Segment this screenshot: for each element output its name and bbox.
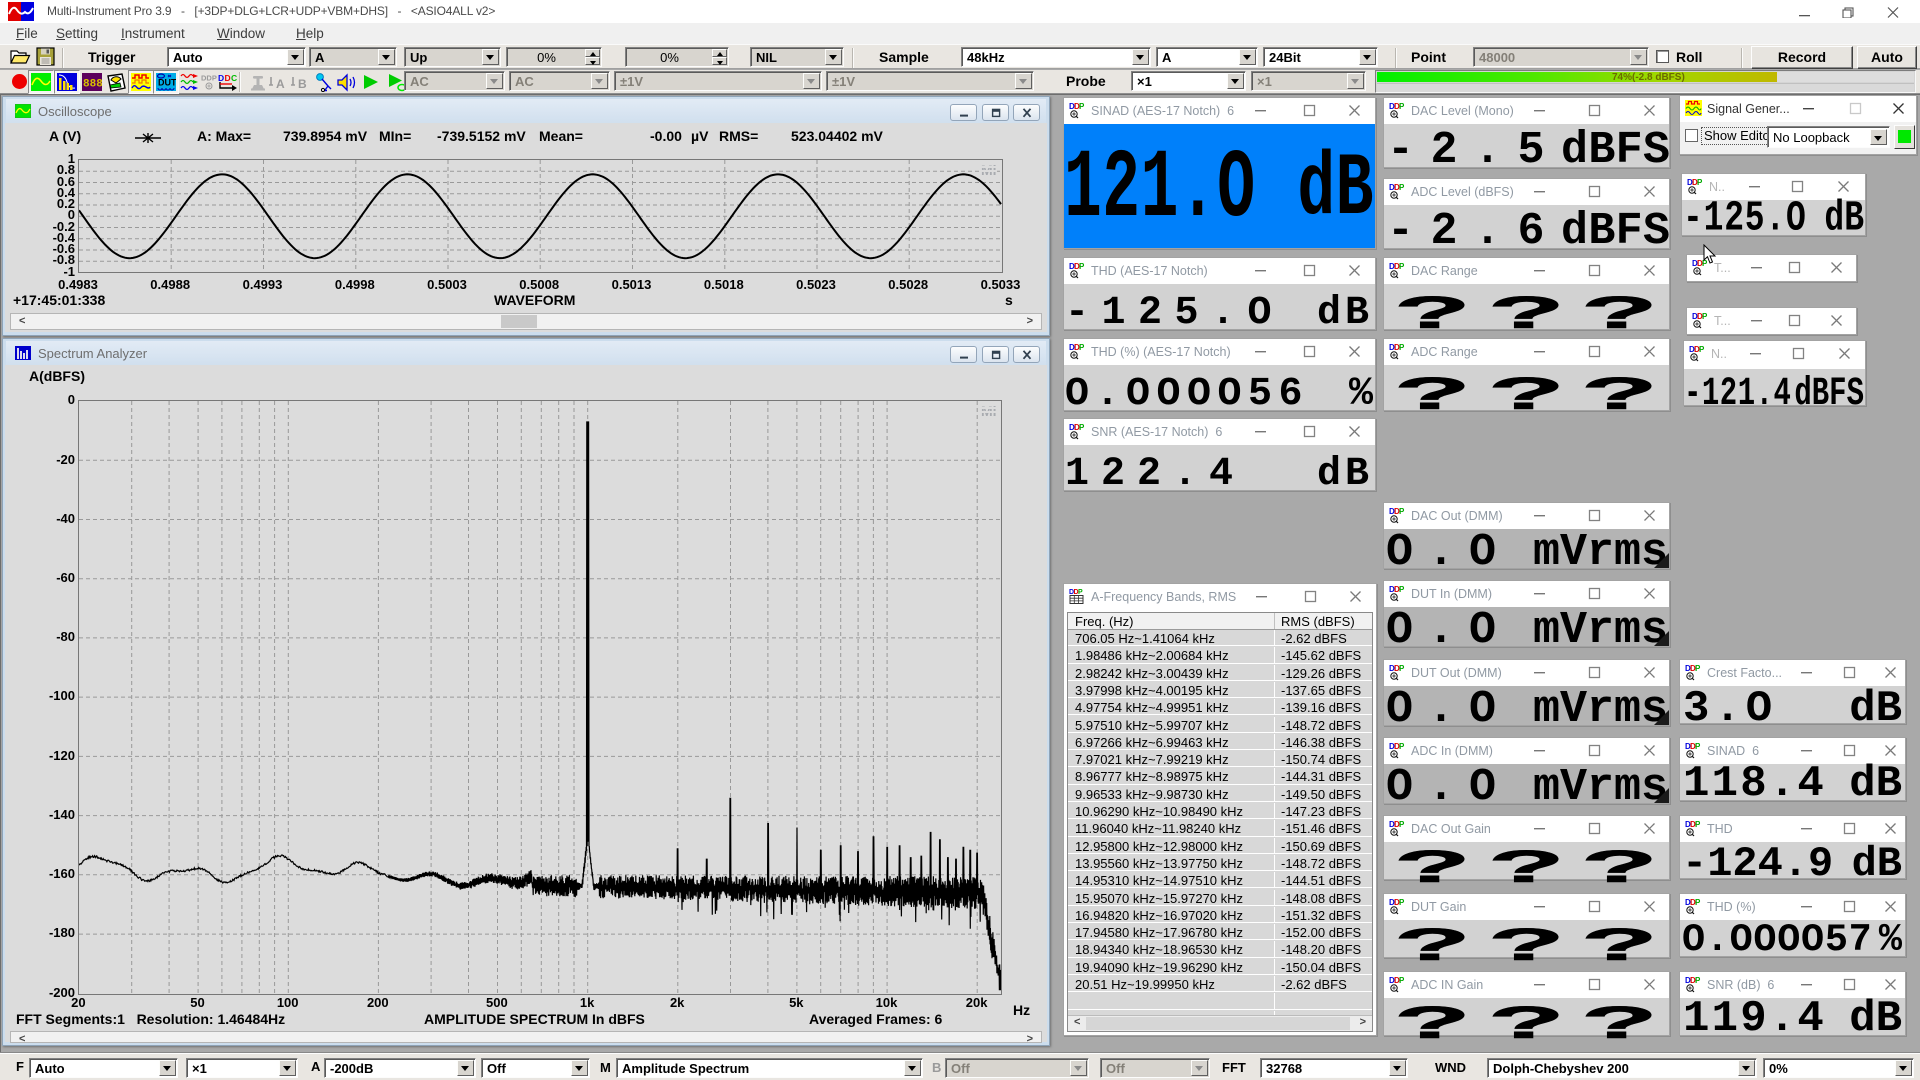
svg-text:D: D [218, 73, 224, 83]
svg-text:P: P [1399, 664, 1405, 673]
svg-text:P: P [1399, 343, 1405, 352]
svg-text:P: P [1079, 262, 1085, 271]
svg-text:P: P [1695, 976, 1701, 985]
svg-text:P: P [1078, 589, 1083, 596]
svg-text:P: P [1399, 898, 1405, 907]
svg-text:P: P [1399, 585, 1405, 594]
svg-text:P: P [1399, 183, 1405, 192]
svg-text:DUT: DUT [158, 78, 176, 88]
svg-text:P: P [1695, 820, 1701, 829]
svg-text:P: P [1399, 262, 1405, 271]
svg-text:P: P [1399, 102, 1405, 111]
svg-text:P: P [1399, 507, 1405, 516]
svg-text:C: C [231, 73, 237, 83]
svg-text:P: P [1702, 312, 1708, 321]
svg-text:888: 888 [83, 79, 102, 91]
svg-text:P: P [1079, 343, 1085, 352]
svg-text:DDP: DDP [201, 74, 217, 83]
svg-text:P: P [1079, 423, 1085, 432]
svg-text:D: D [225, 73, 231, 83]
svg-text:P: P [1695, 742, 1701, 751]
svg-text:P: P [1399, 742, 1405, 751]
svg-text:P: P [1399, 820, 1405, 829]
svg-text:P: P [1699, 345, 1705, 354]
svg-text:P: P [1695, 898, 1701, 907]
svg-text:P: P [1399, 976, 1405, 985]
svg-text:P: P [1079, 102, 1085, 111]
svg-text:P: P [1697, 178, 1703, 187]
svg-text:A: A [276, 77, 285, 91]
svg-text:B: B [298, 77, 307, 91]
svg-text:P: P [1695, 664, 1701, 673]
